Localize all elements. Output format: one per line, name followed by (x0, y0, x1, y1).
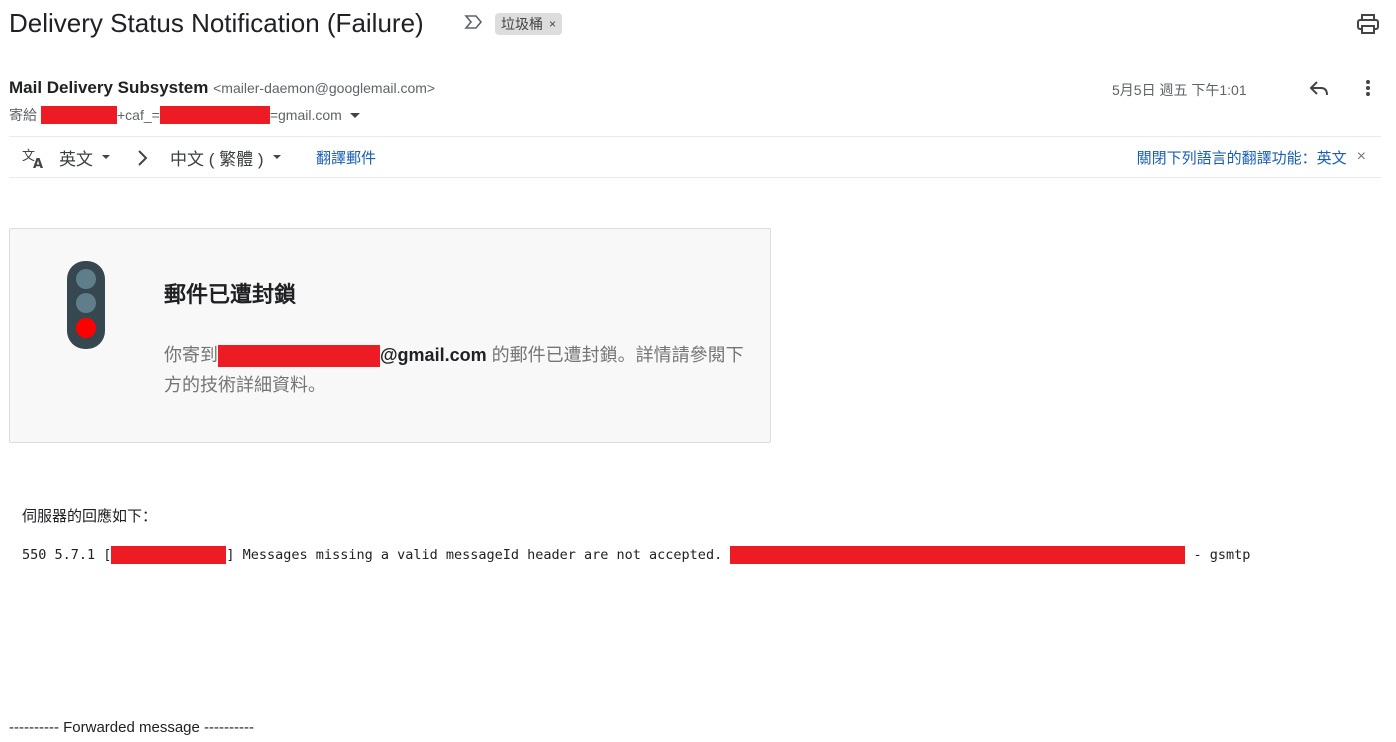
card-title: 郵件已遭封鎖 (164, 282, 297, 307)
disable-translation-link[interactable]: 關閉下列語言的翻譯功能：英文 (1137, 147, 1347, 168)
server-error-line: 550 5.7.1 [ ] Messages missing a valid me… (22, 546, 1250, 564)
server-response-intro: 伺服器的回應如下： (22, 508, 158, 525)
redaction-block (159, 106, 270, 124)
redaction-block (111, 546, 227, 564)
redaction-block (41, 106, 117, 124)
close-translate-bar-button[interactable]: × (1357, 148, 1366, 166)
show-details-chevron-icon[interactable] (349, 112, 360, 118)
error-tail: - gsmtp (1185, 547, 1251, 563)
translate-icon: 文 A (22, 149, 43, 170)
to-suffix: =gmail.com (269, 107, 342, 123)
label-chip-text: 垃圾桶 (501, 16, 543, 32)
svg-text:A: A (33, 157, 43, 170)
error-message: ] Messages missing a valid messageId hea… (226, 547, 731, 563)
traffic-light-icon (67, 261, 105, 349)
to-middle: +caf_= (117, 107, 160, 123)
importance-marker-icon[interactable] (464, 14, 484, 30)
chevron-down-icon (102, 155, 110, 159)
translate-bar: 文 A 英文 中文 ( 繁體 ) 翻譯郵件 關閉下列語言的翻譯功能：英文 × (9, 136, 1381, 178)
chevron-right-icon (138, 150, 148, 166)
translate-message-link[interactable]: 翻譯郵件 (316, 137, 376, 177)
target-language-select[interactable]: 中文 ( 繁體 ) (170, 137, 281, 177)
recipient-line: 寄給 +caf_= =gmail.com (9, 105, 360, 125)
remove-label-button[interactable]: × (549, 17, 556, 31)
card-message-prefix: 你寄到 (164, 345, 218, 365)
sender-name: Mail Delivery Subsystem <mailer-daemon@g… (9, 78, 435, 98)
email-subject: Delivery Status Notification (Failure) (9, 8, 424, 38)
more-options-icon[interactable] (1360, 78, 1376, 98)
chevron-down-icon (272, 155, 281, 159)
redaction-block (730, 546, 1186, 564)
label-chip-trash: 垃圾桶 × (495, 13, 563, 35)
disable-translation-group: 關閉下列語言的翻譯功能：英文 × (1137, 137, 1366, 177)
to-prefix: 寄給 (9, 107, 37, 123)
target-language-label: 中文 ( 繁體 ) (170, 149, 264, 169)
sender-email: <mailer-daemon@googlemail.com> (213, 80, 436, 96)
redaction-block (218, 345, 380, 368)
card-message-email: @gmail.com (380, 345, 487, 365)
card-message: 你寄到 @gmail.com 的郵件已遭封鎖。詳情請參閱下方的技術詳細資料。 (164, 340, 744, 400)
error-code: 550 5.7.1 [ (22, 547, 112, 563)
print-icon[interactable] (1356, 13, 1380, 35)
source-language-label: 英文 (59, 149, 93, 169)
reply-icon[interactable] (1308, 78, 1330, 98)
translate-message-text: 翻譯郵件 (316, 149, 377, 167)
forwarded-message-separator: ---------- Forwarded message ---------- (9, 719, 254, 736)
blocked-notice-card: 郵件已遭封鎖 你寄到 @gmail.com 的郵件已遭封鎖。詳情請參閱下方的技術詳… (9, 228, 771, 443)
source-language-select[interactable]: 英文 (59, 137, 110, 177)
sender-name-text: Mail Delivery Subsystem (9, 78, 209, 97)
email-date: 5月5日 週五 下午1:01 (1112, 82, 1247, 98)
